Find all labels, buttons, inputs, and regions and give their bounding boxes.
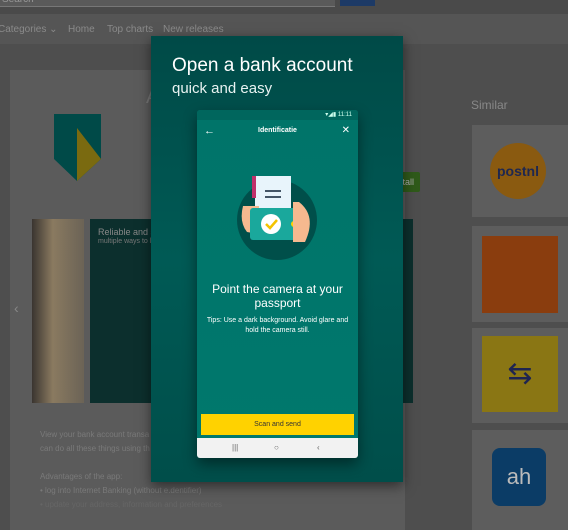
camera-passport-illustration bbox=[237, 176, 317, 260]
postnl-logo: postnl bbox=[490, 143, 546, 199]
ah-logo: ah bbox=[492, 448, 546, 506]
screenshot-1[interactable] bbox=[32, 219, 84, 403]
recents-icon: ||| bbox=[232, 443, 239, 452]
categories-menu[interactable]: Categories ⌄ bbox=[0, 24, 58, 35]
scan-and-send-button[interactable]: Scan and send bbox=[201, 414, 354, 435]
phone-app-bar: ← Identificatie ✕ bbox=[197, 120, 358, 144]
screen-title: Identificatie bbox=[258, 127, 297, 134]
ns-logo: ⇆ bbox=[482, 336, 558, 412]
home-icon: ○ bbox=[274, 443, 279, 452]
similar-app-ns[interactable]: ⇆ bbox=[472, 328, 568, 423]
feature-graphic-modal: Open a bank account quick and easy ▾◢▮ 1… bbox=[151, 36, 403, 482]
phone-mockup: ▾◢▮ 11:11 ← Identificatie ✕ Point the ca… bbox=[197, 110, 358, 458]
status-time: 11:11 bbox=[337, 112, 352, 118]
modal-subtitle: quick and easy bbox=[172, 80, 273, 97]
back-icon: ‹ bbox=[317, 443, 320, 452]
search-input[interactable] bbox=[0, 0, 335, 7]
screenshot-subtitle: multiple ways to lo bbox=[98, 238, 156, 245]
similar-app-ing[interactable] bbox=[472, 226, 568, 322]
similar-app-postnl[interactable]: postnl bbox=[472, 125, 568, 217]
desc-line: • update your address, information and p… bbox=[40, 500, 223, 509]
desc-line: • log into Internet Banking (without e.d… bbox=[40, 486, 202, 495]
status-bar: ▾◢▮ 11:11 bbox=[197, 110, 358, 120]
instruction-tips: Tips: Use a dark background. Avoid glare… bbox=[206, 317, 349, 334]
nav-new-releases[interactable]: New releases bbox=[163, 24, 224, 35]
close-icon: ✕ bbox=[341, 125, 350, 136]
nav-home[interactable]: Home bbox=[68, 24, 95, 35]
similar-title: Similar bbox=[471, 98, 508, 112]
modal-title: Open a bank account bbox=[172, 55, 353, 76]
nav-top-charts[interactable]: Top charts bbox=[107, 24, 153, 35]
instruction-heading: Point the camera at your passport bbox=[212, 282, 343, 310]
ing-logo bbox=[482, 236, 558, 313]
system-nav-bar: ||| ○ ‹ bbox=[197, 438, 358, 458]
app-logo bbox=[54, 114, 101, 181]
similar-app-ah[interactable]: ah bbox=[472, 430, 568, 530]
search-button[interactable] bbox=[340, 0, 375, 6]
carousel-prev-icon[interactable]: ‹ bbox=[14, 300, 19, 316]
